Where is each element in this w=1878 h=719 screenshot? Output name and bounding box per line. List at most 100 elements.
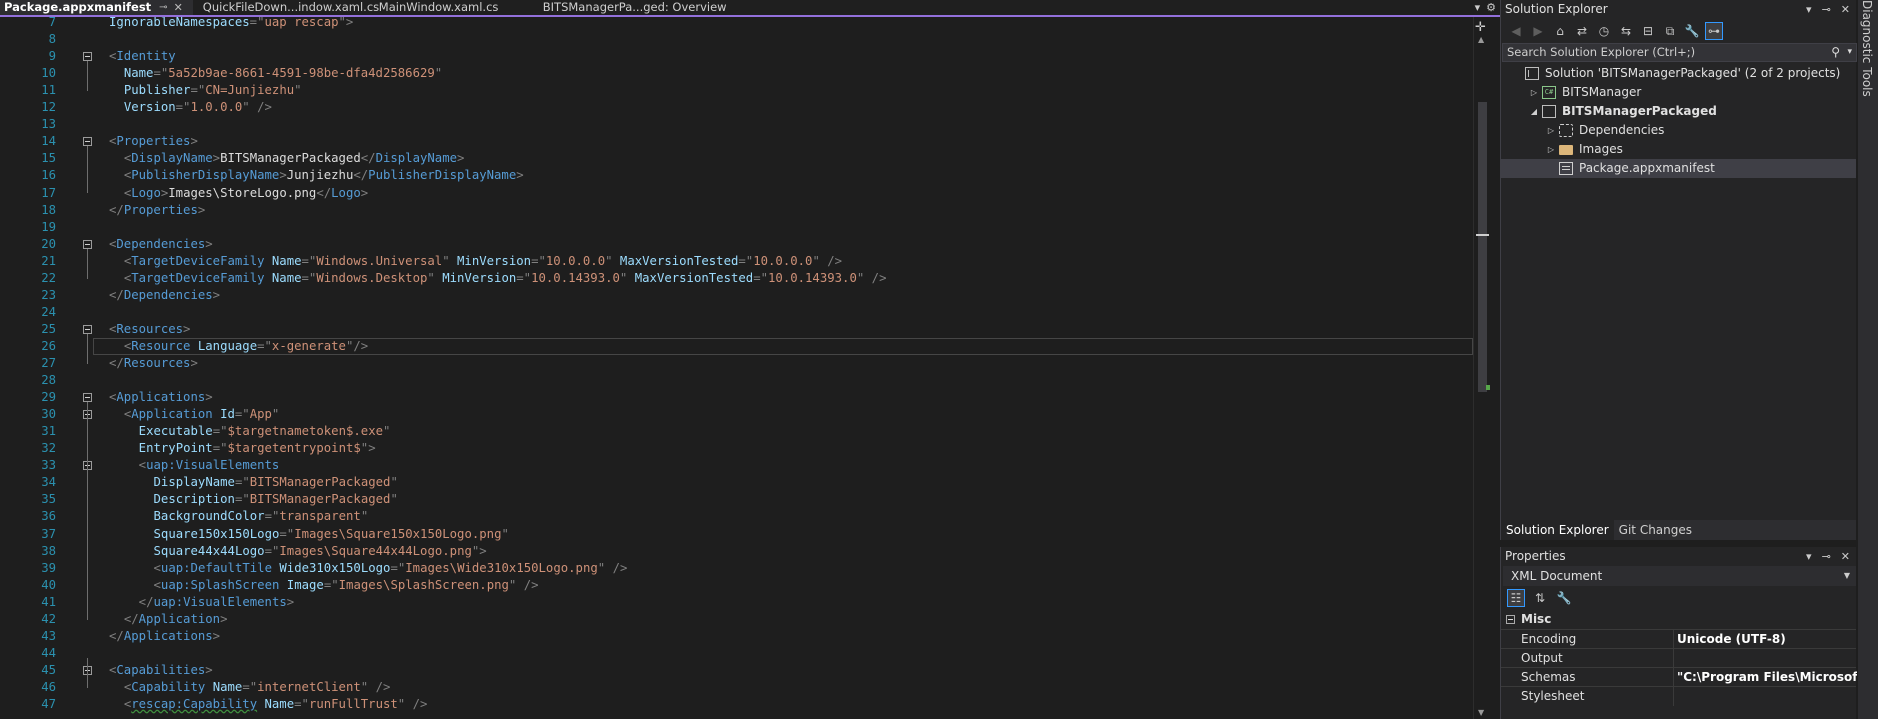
code-line[interactable]: 37 Square150x150Logo="Images\Square150x15… — [0, 526, 1472, 543]
auto-hide-pin-icon[interactable]: ⊸ — [1822, 0, 1831, 19]
code-line[interactable]: 12 Version="1.0.0.0" /> — [0, 99, 1472, 116]
code-line[interactable]: 8 — [0, 31, 1472, 48]
code-line[interactable]: 39 <uap:DefaultTile Wide310x150Logo="Imag… — [0, 560, 1472, 577]
code-line[interactable]: 24 — [0, 304, 1472, 321]
close-tab-icon[interactable]: ✕ — [174, 0, 183, 15]
code-line[interactable]: 16 <PublisherDisplayName>Junjiezhu</Publi… — [0, 167, 1472, 184]
code-line[interactable]: 31 Executable="$targetnametoken$.exe" — [0, 423, 1472, 440]
property-row[interactable]: Stylesheet — [1501, 686, 1856, 706]
code-line[interactable]: 32 EntryPoint="$targetentrypoint$"> — [0, 440, 1472, 457]
window-position-dropdown-icon[interactable]: ▾ — [1806, 0, 1812, 19]
property-row[interactable]: Schemas "C:\Program Files\Microsoft Visu — [1501, 667, 1857, 687]
close-panel-icon[interactable]: ✕ — [1841, 547, 1850, 566]
code-line[interactable]: 27 </Resources> — [0, 355, 1472, 372]
property-pages-icon[interactable]: 🔧 — [1555, 589, 1573, 607]
tab-mainwindow[interactable]: MainWindow.xaml.cs — [375, 0, 539, 15]
collapse-region-icon[interactable] — [83, 52, 92, 62]
code-line[interactable]: 36 BackgroundColor="transparent" — [0, 508, 1472, 525]
collapse-region-icon[interactable] — [83, 137, 92, 147]
property-category-misc[interactable]: Misc — [1501, 610, 1856, 629]
code-line[interactable]: 22 <TargetDeviceFamily Name="Windows.Desk… — [0, 270, 1472, 287]
tree-item[interactable]: ▷ C# BITSManager — [1501, 83, 1856, 102]
settings-icon[interactable]: ⚙ — [1486, 0, 1496, 15]
code-line[interactable]: 23 </Dependencies> — [0, 287, 1472, 304]
show-all-files-icon[interactable]: ⧉ — [1661, 22, 1679, 40]
code-line[interactable]: 45 <Capabilities> — [0, 662, 1472, 679]
collapse-icon[interactable] — [1506, 615, 1515, 624]
split-editor-icon[interactable]: ✛ — [1475, 20, 1486, 35]
code-line[interactable]: 26 <Resource Language="x-generate"/> — [0, 338, 1472, 355]
auto-hide-pin-icon[interactable]: ⊸ — [1822, 547, 1831, 566]
editor-vertical-scrollbar[interactable]: ✛ ▲ ▼ — [1473, 17, 1490, 719]
code-line[interactable]: 14 <Properties> — [0, 133, 1472, 150]
code-line[interactable]: 34 DisplayName="BITSManagerPackaged" — [0, 474, 1472, 491]
tab-overview[interactable]: BITSManagerPa...ged: Overview — [539, 0, 737, 15]
search-icon[interactable]: ⚲ — [1831, 44, 1840, 61]
code-line[interactable]: 13 — [0, 116, 1472, 133]
tab-package-appxmanifest[interactable]: Package.appxmanifest ⊸ ✕ — [0, 0, 193, 15]
code-line[interactable]: 40 <uap:SplashScreen Image="Images\Splash… — [0, 577, 1472, 594]
code-line[interactable]: 25 <Resources> — [0, 321, 1472, 338]
window-position-dropdown-icon[interactable]: ▾ — [1806, 547, 1812, 566]
code-line[interactable]: 28 — [0, 372, 1472, 389]
code-line[interactable]: 30 <Application Id="App" — [0, 406, 1472, 423]
tab-list-dropdown-icon[interactable]: ▾ — [1475, 0, 1481, 15]
scroll-down-icon[interactable]: ▼ — [1478, 708, 1484, 717]
sync-icon[interactable]: ⇆ — [1617, 22, 1635, 40]
tree-item[interactable]: Solution 'BITSManagerPackaged' (2 of 2 p… — [1501, 64, 1856, 83]
collapse-region-icon[interactable] — [83, 239, 92, 249]
code-line[interactable]: 20 <Dependencies> — [0, 236, 1472, 253]
collapse-arrow-icon[interactable]: ◢ — [1528, 102, 1540, 121]
code-line[interactable]: 33 <uap:VisualElements — [0, 457, 1472, 474]
pin-tab-icon[interactable]: ⊸ — [159, 0, 167, 15]
expand-arrow-icon[interactable]: ▷ — [1528, 83, 1540, 102]
code-line[interactable]: 18 </Properties> — [0, 202, 1472, 219]
tab-quickfiledownload[interactable]: QuickFileDown...indow.xaml.cs — [199, 0, 379, 15]
code-line[interactable]: 21 <TargetDeviceFamily Name="Windows.Univ… — [0, 253, 1472, 270]
tree-item[interactable]: ◢ BITSManagerPackaged — [1501, 102, 1856, 121]
code-line[interactable]: 9 <Identity — [0, 48, 1472, 65]
code-line[interactable]: 42 </Application> — [0, 611, 1472, 628]
forward-icon[interactable]: ▶ — [1529, 22, 1547, 40]
code-line[interactable]: 41 </uap:VisualElements> — [0, 594, 1472, 611]
expand-arrow-icon[interactable]: ▷ — [1545, 140, 1557, 159]
pending-changes-icon[interactable]: ◷ — [1595, 22, 1613, 40]
categorized-view-icon[interactable]: ☷ — [1507, 589, 1525, 607]
code-line[interactable]: 35 Description="BITSManagerPackaged" — [0, 491, 1472, 508]
tab-git-changes[interactable]: Git Changes — [1614, 520, 1697, 540]
property-row[interactable]: Output — [1501, 648, 1856, 668]
code-line[interactable]: 15 <DisplayName>BITSManagerPackaged</Disp… — [0, 150, 1472, 167]
alphabetical-sort-icon[interactable]: ⇅ — [1531, 589, 1549, 607]
code-line[interactable]: 47 <rescap:Capability Name="runFullTrust"… — [0, 696, 1472, 713]
scrollbar-thumb[interactable] — [1478, 102, 1487, 392]
back-icon[interactable]: ◀ — [1507, 22, 1525, 40]
code-editor[interactable]: 7 IgnorableNamespaces="uap rescap"> 8 9 <Ide… — [0, 17, 1490, 719]
expand-arrow-icon[interactable]: ▷ — [1545, 121, 1557, 140]
code-line[interactable]: 46 <Capability Name="internetClient" /> — [0, 679, 1472, 696]
home-icon[interactable]: ⌂ — [1551, 22, 1569, 40]
property-row[interactable]: Encoding Unicode (UTF-8) — [1501, 629, 1857, 649]
tree-item[interactable]: ▷ Images — [1501, 140, 1856, 159]
code-line[interactable]: 43 </Applications> — [0, 628, 1472, 645]
object-selector-dropdown[interactable]: XML Document ▼ — [1503, 566, 1856, 586]
code-line[interactable]: 17 <Logo>Images\StoreLogo.png</Logo> — [0, 185, 1472, 202]
code-line[interactable]: 38 Square44x44Logo="Images\Square44x44Log… — [0, 543, 1472, 560]
search-options-dropdown-icon[interactable]: ▾ — [1847, 44, 1852, 61]
switch-views-icon[interactable]: ⇄ — [1573, 22, 1591, 40]
close-panel-icon[interactable]: ✕ — [1841, 0, 1850, 19]
code-line[interactable]: 29 <Applications> — [0, 389, 1472, 406]
diagnostic-tools-tab[interactable]: Diagnostic Tools — [1860, 0, 1874, 97]
property-value[interactable]: "C:\Program Files\Microsoft Visu — [1677, 668, 1857, 687]
tab-solution-explorer[interactable]: Solution Explorer — [1501, 520, 1614, 540]
collapse-region-icon[interactable] — [83, 324, 92, 334]
property-value[interactable]: Unicode (UTF-8) — [1677, 630, 1857, 649]
code-line[interactable]: 19 — [0, 219, 1472, 236]
diagnostic-tools-strip[interactable]: Diagnostic Tools — [1858, 0, 1878, 719]
collapse-all-icon[interactable]: ⊟ — [1639, 22, 1657, 40]
code-line[interactable]: 7 IgnorableNamespaces="uap rescap"> — [0, 17, 1472, 31]
collapse-region-icon[interactable] — [83, 393, 92, 403]
properties-icon[interactable]: 🔧 — [1683, 22, 1701, 40]
scroll-up-icon[interactable]: ▲ — [1478, 35, 1484, 44]
code-line[interactable]: 44 — [0, 645, 1472, 662]
tree-item[interactable]: Package.appxmanifest — [1501, 159, 1856, 178]
